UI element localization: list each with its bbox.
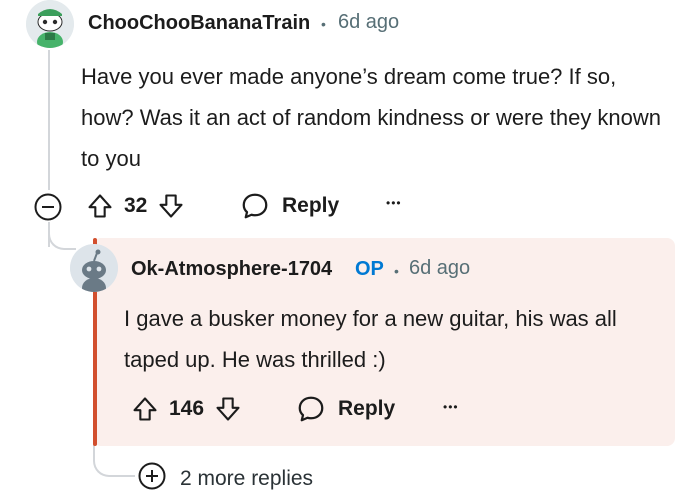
post-more-options[interactable]: ••• — [386, 196, 402, 210]
post-body: Have you ever made anyone’s dream come t… — [81, 64, 662, 171]
reply-speech-bubble-icon — [296, 394, 326, 424]
post-reply-label: Reply — [282, 194, 340, 217]
op-badge: OP — [355, 258, 384, 280]
post-dot: • — [321, 16, 326, 32]
plus-circle-icon — [138, 462, 166, 495]
reply-downvote-icon[interactable] — [214, 395, 242, 423]
more-replies-button[interactable]: 2 more replies — [138, 462, 313, 495]
post-score: 32 — [124, 194, 148, 217]
reply-more-options[interactable]: ••• — [443, 400, 459, 414]
post-vote-group: 32 — [86, 190, 185, 222]
downvote-icon[interactable] — [157, 192, 185, 220]
post-reply-button[interactable]: Reply — [240, 190, 339, 222]
upvote-icon[interactable] — [86, 192, 114, 220]
thread-line-more-curve — [93, 445, 135, 477]
reply-reply-button[interactable]: Reply — [296, 393, 395, 425]
reply-upvote-icon[interactable] — [131, 395, 159, 423]
post-username[interactable]: ChooChooBananaTrain — [88, 12, 310, 35]
minus-circle-icon — [34, 193, 62, 221]
reply-avatar[interactable] — [70, 244, 118, 292]
avatar[interactable] — [26, 0, 74, 48]
reply-age: 6d ago — [409, 257, 471, 279]
reply-vote-group: 146 — [131, 393, 242, 425]
post-age: 6d ago — [338, 11, 400, 33]
snoo-default-avatar-icon — [70, 244, 118, 292]
reply-reply-label: Reply — [338, 397, 396, 420]
snoo-avatar-icon — [26, 0, 74, 48]
reply-body: I gave a busker money for a new guitar, … — [124, 306, 617, 372]
thread-line-main — [48, 50, 50, 190]
thread-line-curve — [48, 228, 76, 250]
reply-username[interactable]: Ok-Atmosphere-1704 — [131, 258, 332, 281]
speech-bubble-icon — [240, 191, 270, 221]
reply-score: 146 — [169, 397, 205, 420]
collapse-button[interactable] — [34, 193, 62, 221]
reply-dot: • — [394, 263, 399, 279]
more-replies-label: 2 more replies — [180, 466, 314, 490]
